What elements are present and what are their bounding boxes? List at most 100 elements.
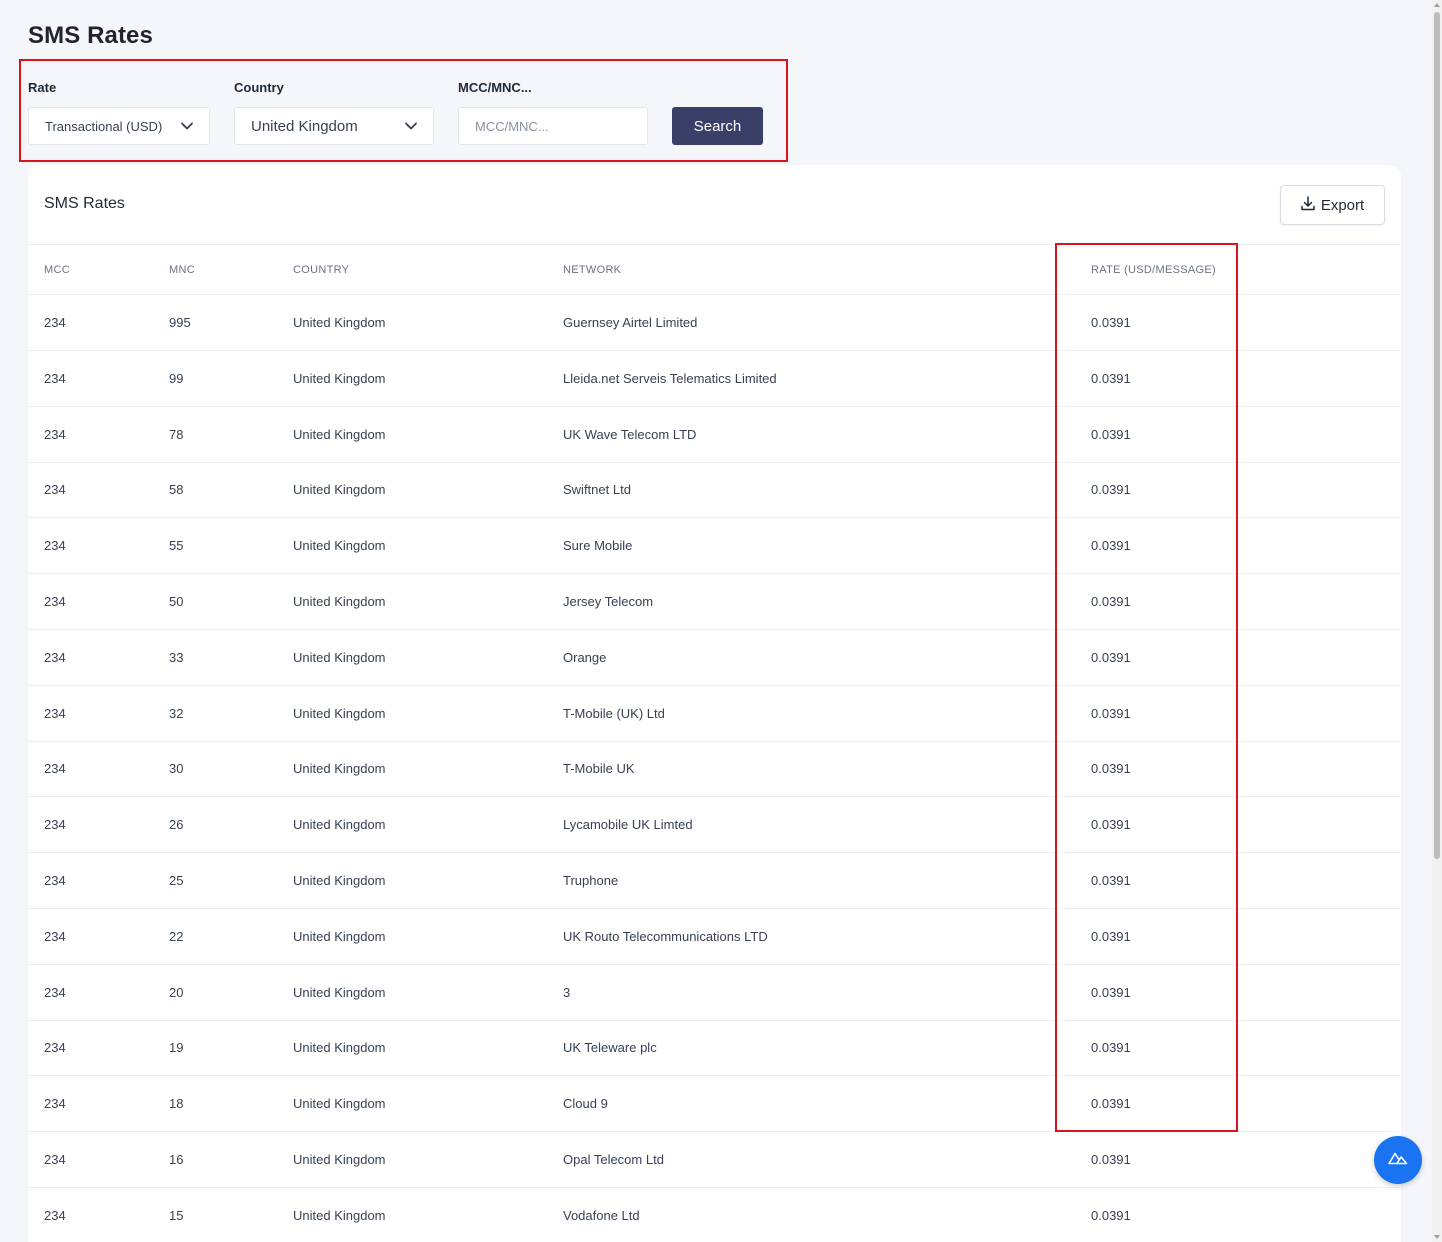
- cell-country: United Kingdom: [293, 873, 386, 888]
- chevron-down-icon: [181, 122, 193, 130]
- cell-mcc: 234: [44, 1096, 66, 1112]
- table-row: 234 26 United Kingdom Lycamobile UK Limted 0…: [28, 797, 1401, 854]
- table-row: 234 18 United Kingdom Cloud 9 0.0391: [28, 1076, 1401, 1133]
- column-header-mcc[interactable]: MCC: [44, 264, 70, 276]
- cell-country: United Kingdom: [293, 1040, 386, 1056]
- cell-country: United Kingdom: [293, 538, 386, 554]
- rates-card: SMS Rates Export MCC MNC COUNTRY NETWORK…: [28, 165, 1401, 1242]
- cell-mcc: 234: [44, 1207, 66, 1223]
- floating-action-button[interactable]: [1374, 1136, 1422, 1184]
- cell-network: UK Teleware plc: [563, 1040, 657, 1056]
- cell-rate: 0.0391: [1091, 1207, 1131, 1223]
- table-row: 234 78 United Kingdom UK Wave Telecom LTD 0.…: [28, 407, 1401, 463]
- cell-mcc: 234: [44, 761, 66, 777]
- cell-mnc: 995: [169, 315, 191, 330]
- table-row: 234 58 United Kingdom Swiftnet Ltd 0.0391: [28, 462, 1401, 519]
- cell-network: Orange: [563, 649, 607, 665]
- cell-mnc: 26: [169, 817, 184, 833]
- cell-rate: 0.0391: [1091, 817, 1131, 833]
- cell-mcc: 234: [44, 817, 66, 833]
- cell-mnc: 19: [169, 1040, 184, 1056]
- cell-mcc: 234: [44, 1152, 66, 1167]
- cell-mnc: 20: [169, 984, 184, 1000]
- column-header-mnc[interactable]: MNC: [169, 264, 195, 276]
- table-header: MCC MNC COUNTRY NETWORK RATE (USD/MESSAG…: [28, 244, 1401, 295]
- vertical-scrollbar[interactable]: [1432, 0, 1442, 1242]
- cell-rate: 0.0391: [1091, 705, 1131, 721]
- cell-network: Truphone: [563, 873, 619, 888]
- cell-rate: 0.0391: [1091, 1152, 1131, 1167]
- cell-mcc: 234: [44, 649, 66, 665]
- table-row: 234 55 United Kingdom Sure Mobile 0.0391: [28, 518, 1401, 575]
- cell-mcc: 234: [44, 873, 66, 888]
- cell-network: Vodafone Ltd: [563, 1207, 640, 1223]
- table-row: 234 32 United Kingdom T-Mobile (UK) Ltd 0.03…: [28, 686, 1401, 742]
- cell-network: Guernsey Airtel Limited: [563, 315, 698, 330]
- cell-country: United Kingdom: [293, 1096, 386, 1112]
- cell-network: Sure Mobile: [563, 538, 633, 554]
- download-icon: [1301, 195, 1315, 215]
- cell-rate: 0.0391: [1091, 984, 1131, 1000]
- cell-network: Lleida.net Serveis Telematics Limited: [563, 370, 777, 386]
- table-row: 234 20 United Kingdom 3 0.0391: [28, 965, 1401, 1021]
- country-select-value: United Kingdom: [251, 117, 358, 135]
- cell-country: United Kingdom: [293, 705, 386, 721]
- cell-mnc: 50: [169, 594, 184, 609]
- rate-select-value: Transactional (USD): [45, 118, 163, 134]
- cell-rate: 0.0391: [1091, 315, 1131, 330]
- cell-mcc: 234: [44, 315, 66, 330]
- table-row: 234 19 United Kingdom UK Teleware plc 0.0391: [28, 1020, 1401, 1077]
- table-row: 234 50 United Kingdom Jersey Telecom 0.0391: [28, 574, 1401, 630]
- column-header-country[interactable]: COUNTRY: [293, 264, 349, 276]
- cell-country: United Kingdom: [293, 984, 386, 1000]
- cell-mcc: 234: [44, 705, 66, 721]
- search-button[interactable]: Search: [672, 107, 763, 145]
- cell-mcc: 234: [44, 538, 66, 554]
- cell-rate: 0.0391: [1091, 370, 1131, 386]
- cell-mcc: 234: [44, 1040, 66, 1056]
- table-row: 234 15 United Kingdom Vodafone Ltd 0.0391: [28, 1188, 1401, 1242]
- cell-country: United Kingdom: [293, 315, 386, 330]
- scroll-down-icon[interactable]: [1434, 1235, 1440, 1239]
- cell-mnc: 15: [169, 1207, 184, 1223]
- rate-label: Rate: [28, 80, 57, 95]
- table-row: 234 995 United Kingdom Guernsey Airtel Limi…: [28, 295, 1401, 351]
- cell-mnc: 18: [169, 1096, 184, 1112]
- rate-select[interactable]: Transactional (USD): [28, 107, 210, 145]
- page-title: SMS Rates: [28, 22, 153, 49]
- scroll-up-icon[interactable]: [1434, 3, 1440, 7]
- cell-mnc: 25: [169, 873, 184, 888]
- cell-mnc: 33: [169, 649, 184, 665]
- table-row: 234 30 United Kingdom T-Mobile UK 0.0391: [28, 741, 1401, 798]
- table-row: 234 99 United Kingdom Lleida.net Serveis Te…: [28, 351, 1401, 407]
- column-header-network[interactable]: NETWORK: [563, 264, 621, 276]
- cell-country: United Kingdom: [293, 817, 386, 833]
- cell-network: T-Mobile (UK) Ltd: [563, 705, 665, 721]
- cell-mnc: 99: [169, 370, 184, 386]
- cell-network: UK Wave Telecom LTD: [563, 426, 697, 442]
- cell-rate: 0.0391: [1091, 649, 1131, 665]
- cell-rate: 0.0391: [1091, 1096, 1131, 1112]
- cell-rate: 0.0391: [1091, 1040, 1131, 1056]
- cell-network: UK Routo Telecommunications LTD: [563, 928, 768, 944]
- export-button[interactable]: Export: [1280, 185, 1385, 225]
- cell-rate: 0.0391: [1091, 594, 1131, 609]
- cell-network: Lycamobile UK Limted: [563, 817, 693, 833]
- cell-mnc: 22: [169, 928, 184, 944]
- cell-country: United Kingdom: [293, 1207, 386, 1223]
- scrollbar-thumb[interactable]: [1434, 12, 1440, 859]
- cell-network: T-Mobile UK: [563, 761, 635, 777]
- cell-network: Swiftnet Ltd: [563, 482, 631, 498]
- country-label: Country: [234, 80, 284, 95]
- mccmnc-label: MCC/MNC...: [458, 80, 532, 95]
- table-row: 234 22 United Kingdom UK Routo Telecommunic…: [28, 909, 1401, 965]
- cell-rate: 0.0391: [1091, 538, 1131, 554]
- country-select[interactable]: United Kingdom: [234, 107, 434, 145]
- column-header-rate[interactable]: RATE (USD/MESSAGE): [1091, 264, 1216, 276]
- cell-country: United Kingdom: [293, 928, 386, 944]
- cell-mcc: 234: [44, 928, 66, 944]
- cell-mcc: 234: [44, 984, 66, 1000]
- nuxt-logo-icon: [1388, 1151, 1408, 1170]
- cell-network: 3: [563, 984, 571, 1000]
- mccmnc-input[interactable]: [458, 107, 648, 145]
